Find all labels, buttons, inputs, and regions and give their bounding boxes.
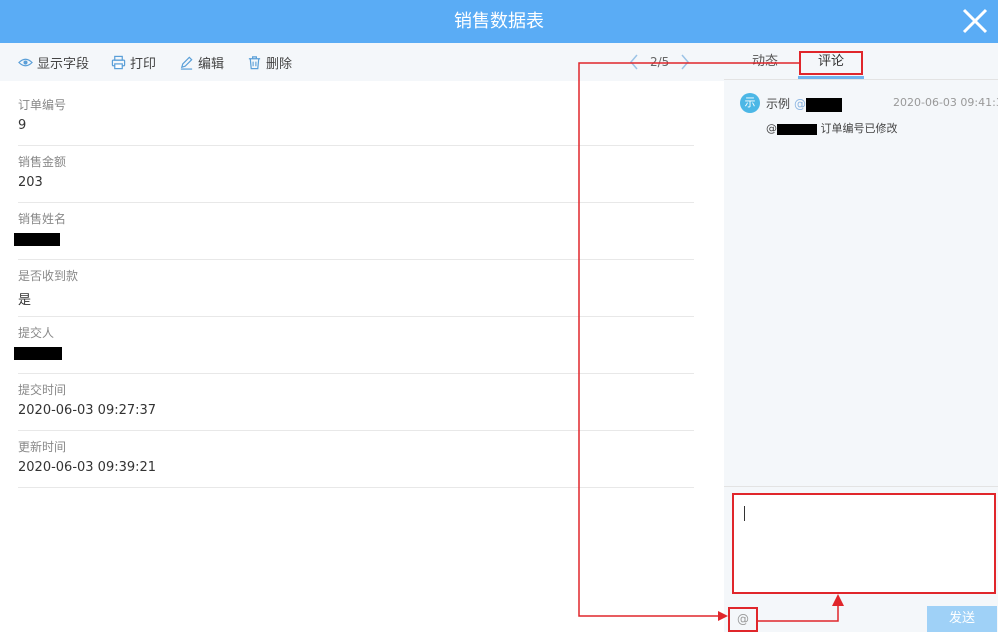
comment-mention: @ bbox=[794, 97, 807, 111]
pager-count: 2/5 bbox=[650, 55, 670, 69]
field-order-number: 订单编号 9 bbox=[18, 89, 694, 146]
redacted-value bbox=[14, 346, 62, 361]
field-value: 是 bbox=[18, 293, 32, 308]
pencil-icon bbox=[180, 55, 193, 70]
active-tab-indicator bbox=[798, 76, 864, 79]
show-fields-button[interactable]: 显示字段 bbox=[18, 43, 89, 81]
field-label: 提交时间 bbox=[18, 383, 67, 397]
edit-button[interactable]: 编辑 bbox=[179, 43, 224, 81]
field-payment-received: 是否收到款 是 bbox=[18, 260, 694, 317]
comment-author-line: 示例 @ bbox=[766, 95, 843, 112]
delete-button[interactable]: 删除 bbox=[247, 43, 292, 81]
comment-author: 示例 bbox=[766, 97, 791, 111]
delete-label: 删除 bbox=[266, 56, 293, 72]
field-update-time: 更新时间 2020-06-03 09:39:21 bbox=[18, 431, 694, 488]
close-icon[interactable] bbox=[956, 2, 994, 40]
tab-bar: 动态 评论 bbox=[724, 43, 998, 80]
send-button[interactable]: 发送 bbox=[927, 606, 997, 632]
field-list: 订单编号 9 销售金额 203 销售姓名 是否收到款 是 提交人 提交时间 20… bbox=[14, 89, 694, 488]
field-label: 销售金额 bbox=[18, 155, 67, 169]
comment-time: 2020-06-03 09:41:39 bbox=[893, 96, 998, 109]
field-value: 9 bbox=[18, 118, 27, 133]
comment-body: @ 订单编号已修改 bbox=[766, 120, 898, 136]
field-submit-time: 提交时间 2020-06-03 09:27:37 bbox=[18, 374, 694, 431]
edit-label: 编辑 bbox=[198, 56, 225, 72]
field-label: 提交人 bbox=[18, 326, 55, 340]
avatar: 示 bbox=[740, 93, 760, 113]
mention-button[interactable]: @ bbox=[728, 607, 758, 632]
field-value: 2020-06-03 09:27:37 bbox=[18, 403, 157, 418]
tab-activity[interactable]: 动态 bbox=[752, 43, 778, 80]
show-fields-label: 显示字段 bbox=[37, 56, 90, 72]
toolbar: 显示字段 打印 编辑 删除 2/5 bbox=[0, 43, 724, 81]
record-panel: 显示字段 打印 编辑 删除 2/5 订单编号 9 销售金额 203 销售姓名 是… bbox=[0, 43, 724, 632]
tab-comments[interactable]: 评论 bbox=[818, 43, 844, 80]
field-submitter: 提交人 bbox=[14, 317, 694, 374]
comment-body-text: 订单编号已修改 bbox=[820, 122, 898, 135]
field-sales-amount: 销售金额 203 bbox=[18, 146, 694, 203]
print-label: 打印 bbox=[130, 56, 157, 72]
field-value: 203 bbox=[18, 175, 43, 190]
comment-input[interactable] bbox=[732, 493, 996, 594]
pager: 2/5 bbox=[626, 43, 693, 81]
chevron-left-icon[interactable] bbox=[626, 52, 642, 72]
field-sales-name: 销售姓名 bbox=[14, 203, 694, 260]
comment-body-mention: @ bbox=[766, 122, 777, 135]
chevron-right-icon[interactable] bbox=[677, 52, 693, 72]
field-label: 销售姓名 bbox=[18, 212, 67, 226]
field-label: 订单编号 bbox=[18, 98, 67, 112]
trash-icon bbox=[248, 55, 261, 69]
title-bar: 销售数据表 bbox=[0, 0, 998, 43]
text-caret bbox=[744, 506, 745, 521]
redacted-name bbox=[777, 123, 817, 135]
field-value: 2020-06-03 09:39:21 bbox=[18, 460, 157, 475]
side-panel: 动态 评论 示 示例@ 2020-06-03 09:41:39 @ 订单编号已修… bbox=[724, 43, 998, 632]
printer-icon bbox=[111, 55, 126, 69]
field-label: 是否收到款 bbox=[18, 269, 79, 283]
field-label: 更新时间 bbox=[18, 440, 67, 454]
redacted-value bbox=[14, 232, 60, 247]
redacted-name bbox=[806, 97, 843, 112]
print-button[interactable]: 打印 bbox=[111, 43, 156, 81]
divider bbox=[724, 486, 998, 487]
eye-icon bbox=[18, 58, 33, 66]
window-title: 销售数据表 bbox=[454, 11, 544, 32]
